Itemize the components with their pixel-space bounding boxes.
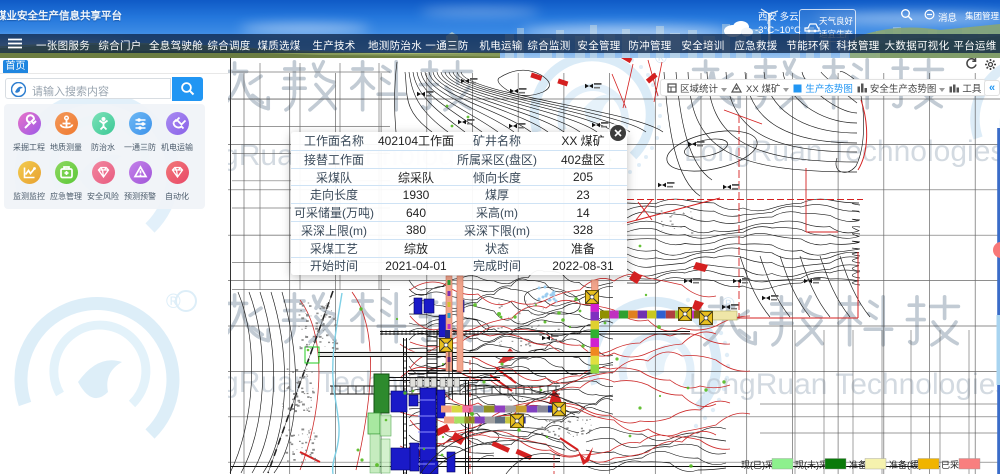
svg-text:现(已)采: 现(已)采 — [741, 460, 774, 470]
svg-text:准备: 准备 — [849, 459, 867, 470]
svg-text:已采: 已采 — [941, 460, 959, 470]
svg-text:LongRuan Technologies: LongRuan Technologies — [689, 368, 1000, 401]
svg-text:准备(缓): 准备(缓) — [889, 459, 922, 470]
svg-text:现(未)采: 现(未)采 — [795, 459, 828, 470]
